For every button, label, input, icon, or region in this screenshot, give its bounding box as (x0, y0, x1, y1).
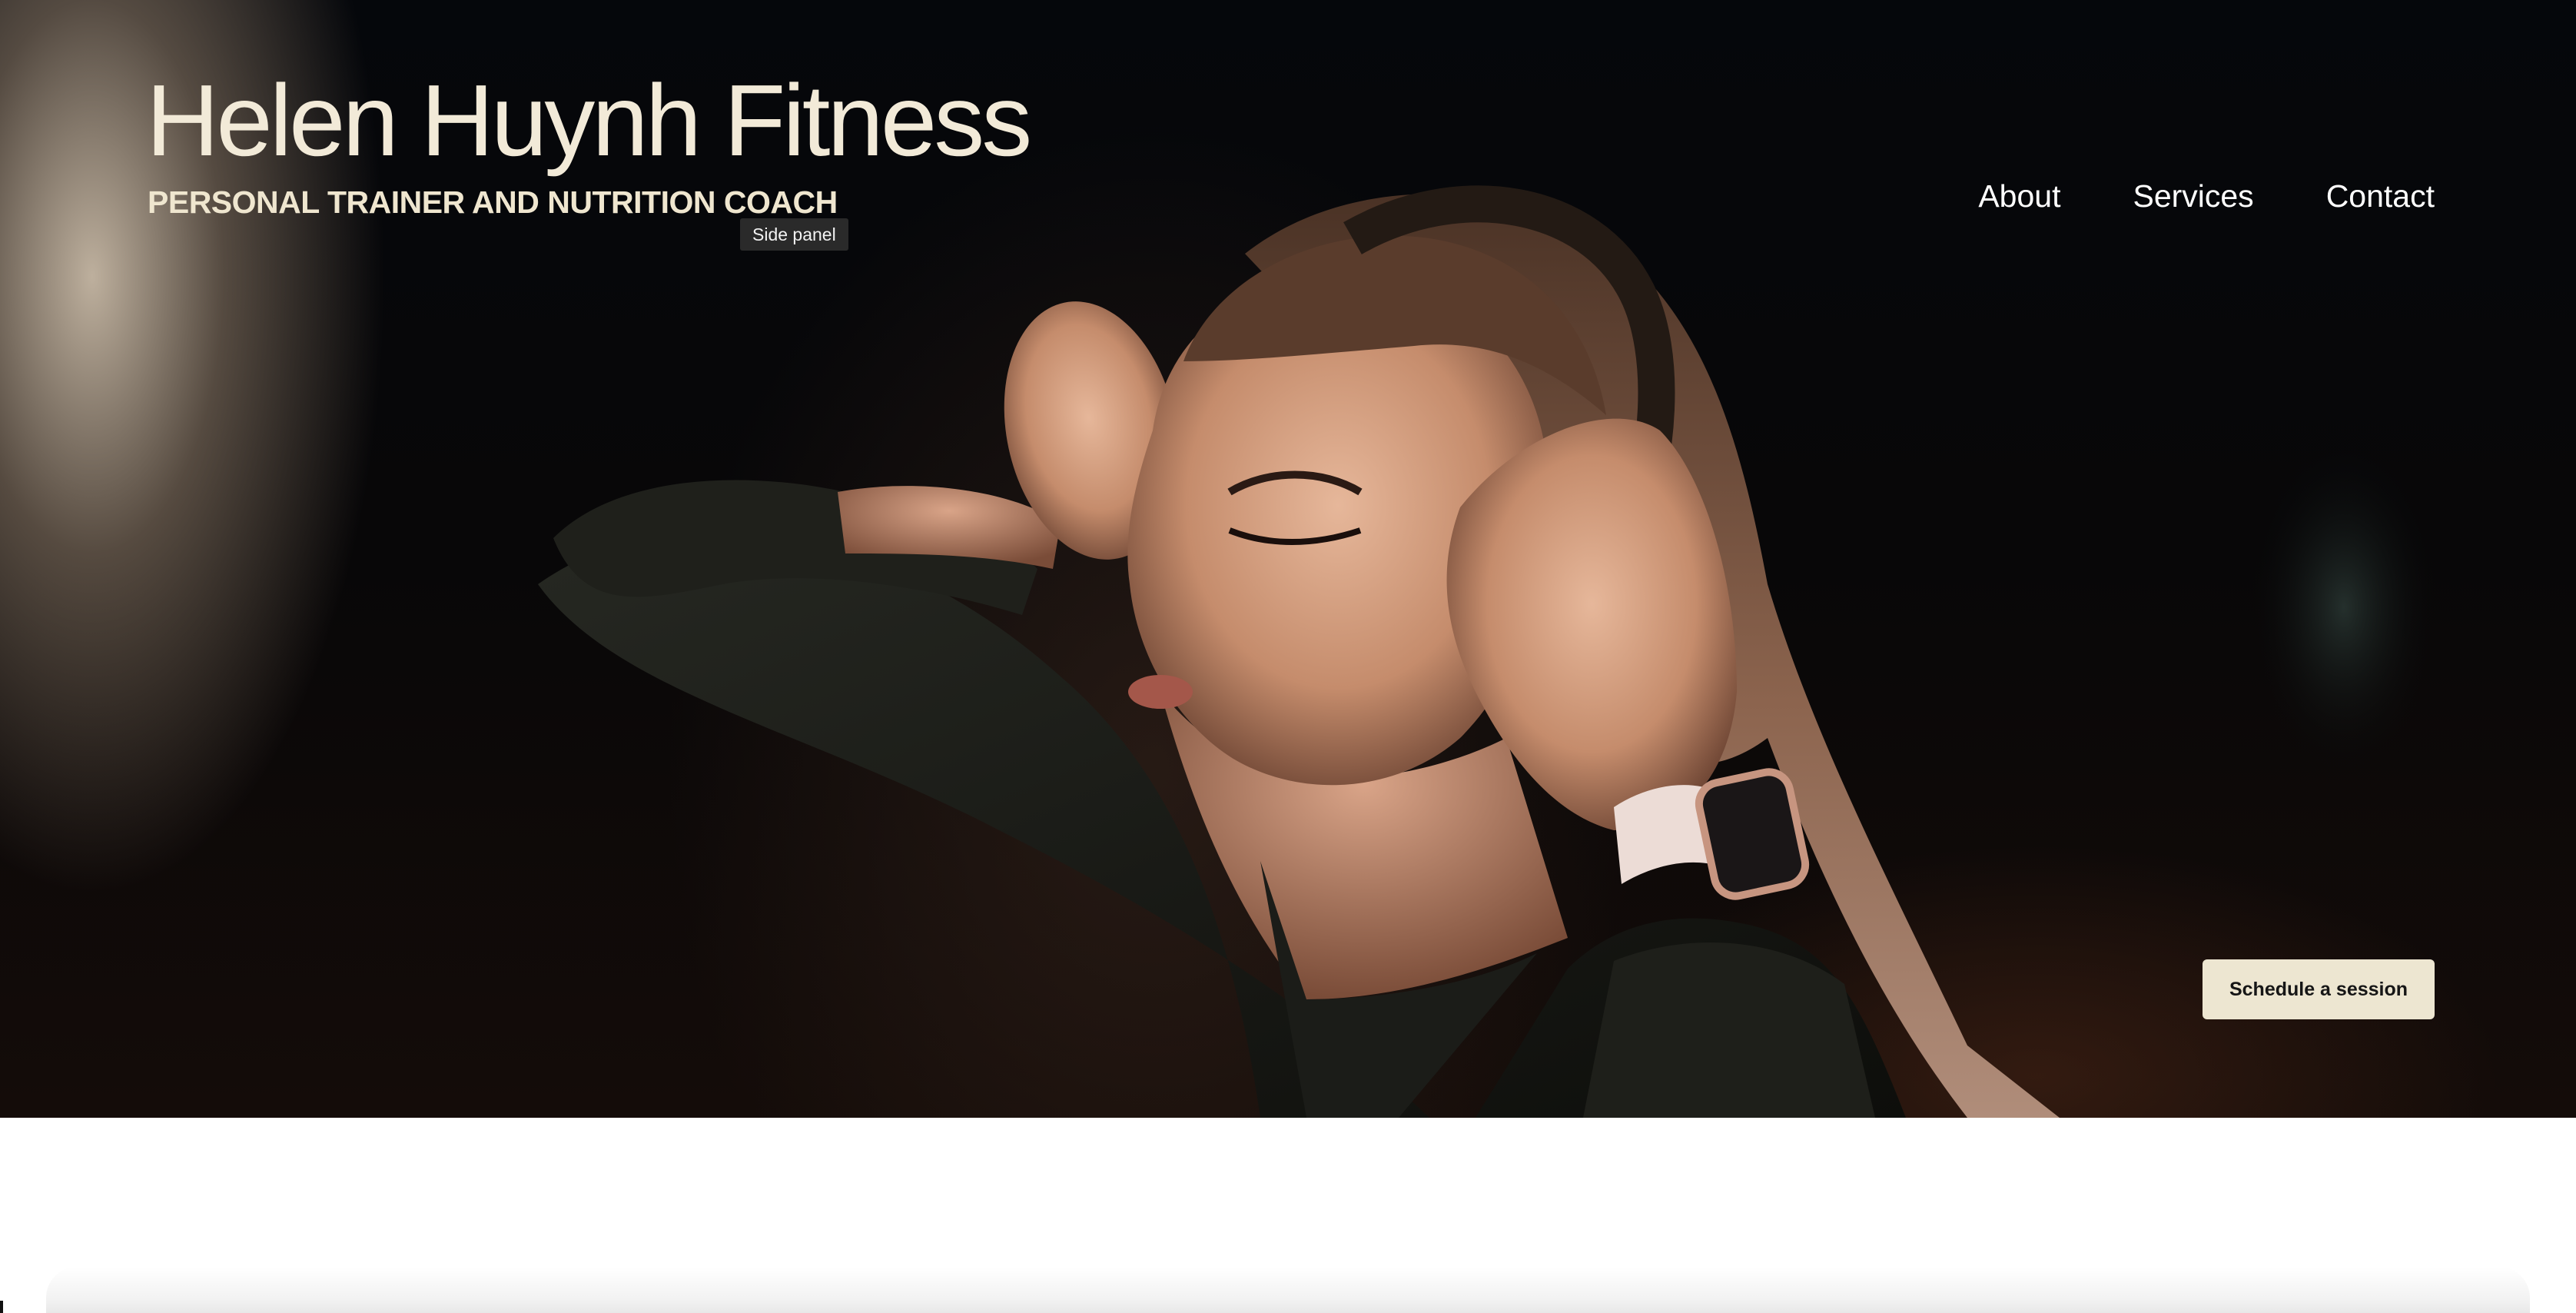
scrollbar-edge (0, 1301, 3, 1313)
content-area (0, 1118, 2576, 1313)
main-nav: About Services Contact (1978, 178, 2435, 214)
side-panel-tooltip: Side panel (740, 218, 848, 251)
site-tagline: PERSONAL TRAINER AND NUTRITION COACH (148, 184, 838, 220)
next-section-edge (46, 1267, 2530, 1313)
nav-link-services[interactable]: Services (2133, 178, 2253, 214)
hero-section: Helen Huynh Fitness PERSONAL TRAINER AND… (0, 0, 2576, 1118)
schedule-session-button[interactable]: Schedule a session (2203, 959, 2435, 1019)
nav-link-contact[interactable]: Contact (2326, 178, 2435, 214)
nav-link-about[interactable]: About (1978, 178, 2060, 214)
site-title[interactable]: Helen Huynh Fitness (146, 60, 1032, 181)
page: Helen Huynh Fitness PERSONAL TRAINER AND… (0, 0, 2576, 1313)
